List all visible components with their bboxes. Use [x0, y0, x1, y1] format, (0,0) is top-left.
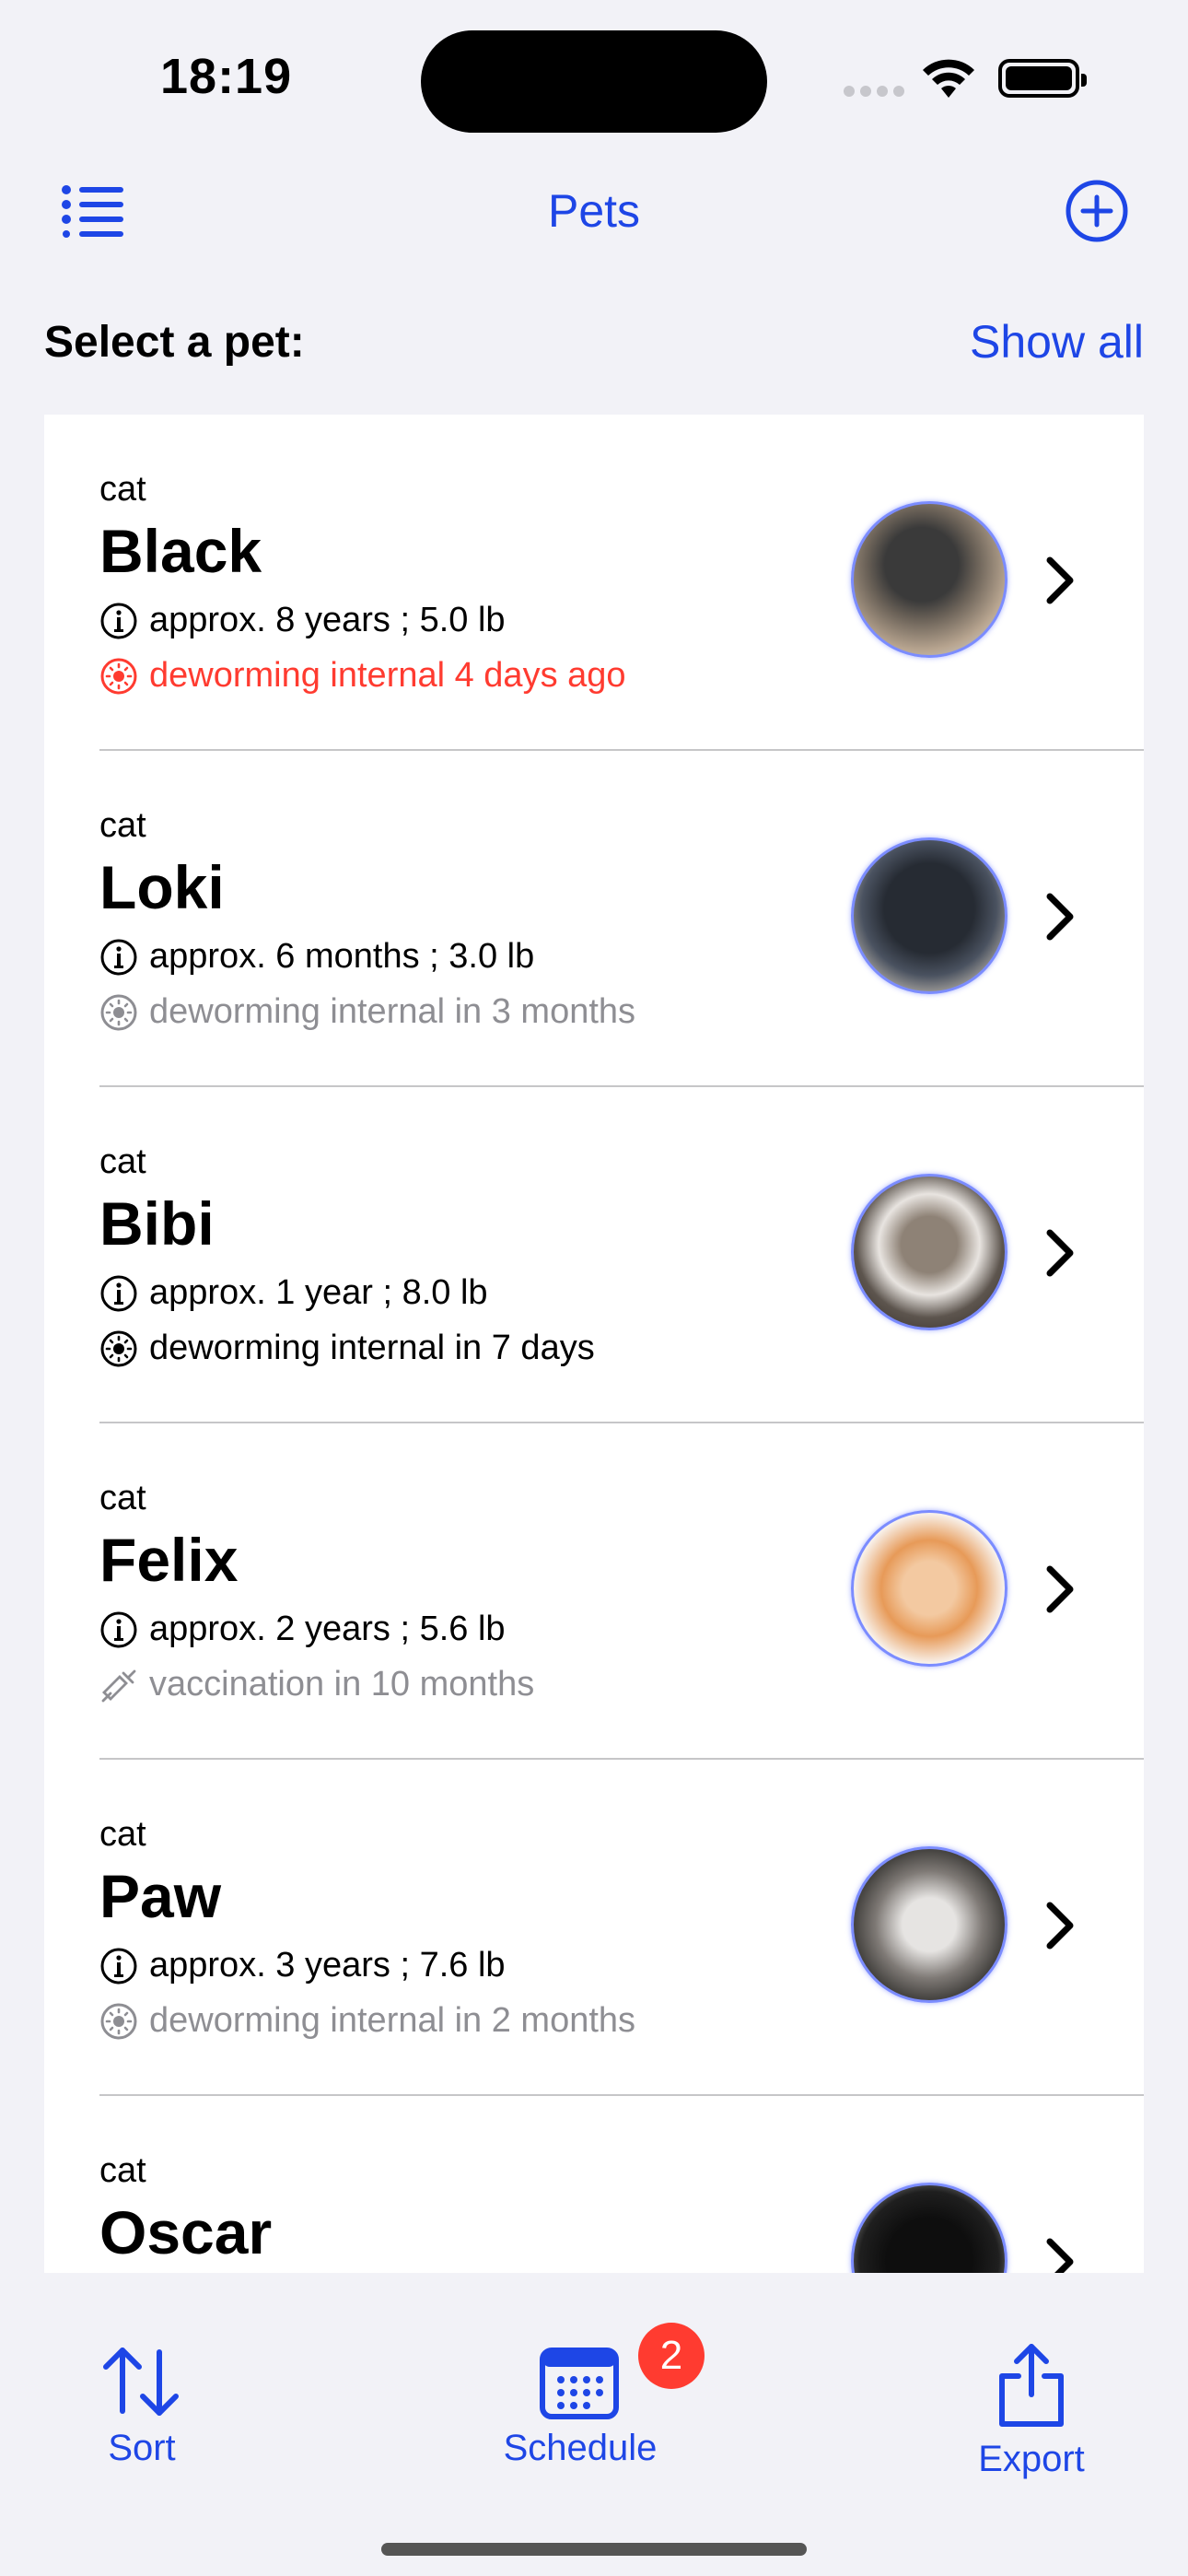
pet-species: cat [99, 2151, 146, 2190]
pet-name: Oscar [99, 2198, 273, 2266]
bottom-toolbar: Sort 2 Schedule Export [0, 2273, 1188, 2576]
wifi-icon [923, 59, 974, 98]
chevron-right-icon [1046, 893, 1074, 941]
pet-next-event-text: deworming internal in 2 months [149, 2001, 636, 2040]
sun-circle-icon [100, 658, 137, 694]
pet-name: Loki [99, 853, 225, 921]
schedule-badge: 2 [638, 2323, 705, 2389]
export-label: Export [978, 2439, 1085, 2479]
pet-next-event-text: deworming internal 4 days ago [149, 656, 626, 695]
pet-name: Felix [99, 1526, 239, 1594]
info-circle-icon [100, 1611, 137, 1647]
cellular-signal-icon [844, 85, 910, 101]
plus-circle-icon[interactable] [1065, 179, 1129, 243]
pet-next-event: deworming internal in 7 days [99, 1329, 595, 1368]
pet-info: approx. 2 years ; 5.6 lb [99, 1610, 506, 1649]
pet-species: cat [99, 1142, 146, 1181]
page-title: Pets [547, 185, 641, 237]
navigation-bar: Pets [0, 157, 1188, 267]
info-circle-icon [100, 603, 137, 638]
chevron-right-icon [1046, 556, 1074, 604]
pet-avatar [851, 1510, 1007, 1667]
pet-name: Black [99, 517, 262, 585]
pet-species: cat [99, 470, 146, 509]
pet-avatar [851, 837, 1007, 994]
pet-avatar [851, 1846, 1007, 2003]
pet-info-text: approx. 6 months ; 3.0 lb [149, 937, 535, 976]
chevron-right-icon [1046, 2238, 1074, 2273]
schedule-button[interactable]: 2 Schedule [488, 2323, 705, 2469]
calendar-icon [540, 2348, 619, 2419]
pet-species: cat [99, 1815, 146, 1854]
chevron-right-icon [1046, 1565, 1074, 1613]
pet-info-text: approx. 1 year ; 8.0 lb [149, 1273, 488, 1312]
pet-row[interactable]: cat Black approx. 8 years ; 5.0 lb dewor… [44, 415, 1144, 751]
pet-next-event-text: vaccination in 10 months [149, 1665, 535, 1704]
pet-next-event: deworming internal 4 days ago [99, 656, 626, 696]
home-indicator [381, 2543, 807, 2556]
pet-info: approx. 6 months ; 3.0 lb [99, 937, 534, 977]
pet-next-event: deworming internal in 2 months [99, 2001, 635, 2041]
pet-name: Bibi [99, 1189, 215, 1258]
pet-info: approx. 1 year ; 8.0 lb [99, 1273, 488, 1313]
info-circle-icon [100, 1948, 137, 1984]
sun-circle-icon [100, 994, 137, 1030]
select-pet-label: Select a pet: [44, 318, 305, 367]
syringe-icon [101, 1669, 136, 1702]
pet-next-event: vaccination in 10 months [99, 1665, 534, 1704]
pet-info: approx. 3 years ; 7.6 lb [99, 1946, 506, 1985]
pet-next-event: deworming internal in 3 months [99, 992, 635, 1032]
pet-species: cat [99, 1479, 146, 1517]
dynamic-island [421, 30, 767, 133]
share-icon [999, 2344, 1064, 2427]
pet-next-event-text: deworming internal in 3 months [149, 992, 636, 1031]
section-header: Select a pet: Show all [44, 311, 1144, 376]
pet-row[interactable]: cat Felix approx. 2 years ; 5.6 lb vacci… [44, 1423, 1144, 1760]
sun-circle-icon [100, 2003, 137, 2039]
sort-label: Sort [108, 2428, 176, 2468]
pet-name: Paw [99, 1862, 222, 1930]
chevron-right-icon [1046, 1229, 1074, 1277]
pet-info-text: approx. 2 years ; 5.6 lb [149, 1610, 506, 1648]
pet-row[interactable]: cat Loki approx. 6 months ; 3.0 lb dewor… [44, 751, 1144, 1087]
sort-button[interactable]: Sort [59, 2345, 225, 2469]
arrow-up-down-icon [103, 2348, 179, 2416]
pet-info-text: approx. 3 years ; 7.6 lb [149, 1946, 506, 1985]
chevron-right-icon [1046, 1902, 1074, 1950]
pet-avatar [851, 501, 1007, 658]
pet-avatar [851, 1174, 1007, 1330]
pet-next-event-text: deworming internal in 7 days [149, 1329, 595, 1367]
status-time: 18:19 [160, 49, 293, 104]
info-circle-icon [100, 939, 137, 975]
pet-info: approx. 8 years ; 5.0 lb [99, 601, 506, 640]
status-bar: 18:19 [0, 0, 1188, 157]
export-button[interactable]: Export [949, 2341, 1114, 2480]
pet-row[interactable]: cat Bibi approx. 1 year ; 8.0 lb dewormi… [44, 1087, 1144, 1423]
info-circle-icon [100, 1275, 137, 1311]
battery-icon [998, 59, 1087, 98]
pet-list: cat Black approx. 8 years ; 5.0 lb dewor… [44, 415, 1144, 2273]
pet-row[interactable]: cat Oscar [44, 2096, 1144, 2273]
pet-row[interactable]: cat Paw approx. 3 years ; 7.6 lb dewormi… [44, 1760, 1144, 2096]
pet-info-text: approx. 8 years ; 5.0 lb [149, 601, 506, 639]
pet-avatar [851, 2183, 1007, 2273]
schedule-label: Schedule [503, 2428, 658, 2468]
pet-species: cat [99, 806, 146, 845]
show-all-button[interactable]: Show all [970, 315, 1144, 369]
sun-circle-icon [100, 1330, 137, 1366]
